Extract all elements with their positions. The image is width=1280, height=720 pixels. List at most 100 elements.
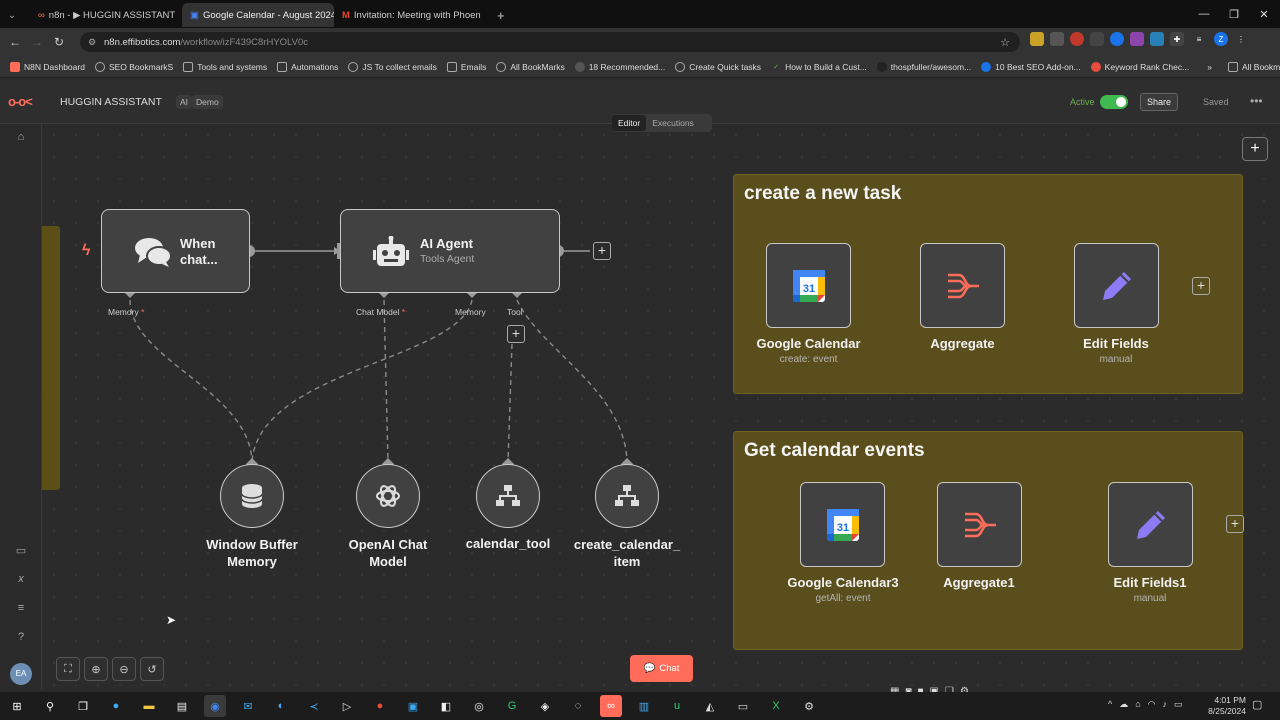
app-icon[interactable]: ▣ [402, 695, 424, 717]
edge-icon[interactable]: ● [105, 695, 127, 717]
vscode-icon[interactable]: ≺ [303, 695, 325, 717]
svg-text:31: 31 [836, 522, 848, 534]
google-calendar-icon: 31 [792, 269, 825, 302]
chat-bubbles-icon [135, 238, 172, 267]
chat-button[interactable]: 💬 Chat [630, 655, 693, 682]
app-icon[interactable]: ◌ [567, 695, 589, 717]
aggregate-icon [964, 512, 996, 537]
node-subtitle: Tools Agent [420, 253, 475, 265]
file-explorer-icon[interactable]: ▬ [138, 695, 160, 717]
node-subtitle: create: event [779, 354, 838, 365]
excel-icon[interactable]: X [765, 695, 787, 717]
app-icon[interactable]: ◐ [270, 695, 292, 717]
openai-icon [376, 485, 400, 507]
google-calendar3-node[interactable]: 31 [800, 482, 885, 567]
node-title: AI Agent [420, 236, 473, 251]
app-icon[interactable]: ◈ [534, 695, 556, 717]
edit-fields1-node[interactable] [1108, 482, 1193, 567]
node-subtitle: getAll: event [815, 593, 871, 604]
node-title: calendar_tool [465, 536, 551, 551]
record-icon[interactable]: ● [369, 695, 391, 717]
node-title: Google Calendar [756, 336, 861, 351]
node-title: Aggregate1 [943, 575, 1015, 590]
node-subtitle: manual [1099, 354, 1133, 365]
sticky-title: Get calendar events [744, 440, 925, 461]
window-buffer-memory-node[interactable] [220, 464, 284, 528]
workflow-tree-icon [496, 485, 520, 506]
aggregate-node[interactable] [920, 243, 1005, 328]
store-icon[interactable]: ▤ [171, 695, 193, 717]
settings-icon[interactable]: ⚙ [798, 695, 820, 717]
mouse-cursor-icon: ➤ [166, 613, 177, 627]
powershell-icon[interactable]: ▷ [336, 695, 358, 717]
port-label-chat-model: Chat Model * [356, 307, 406, 317]
n8n-app-icon[interactable]: ∞ [600, 695, 622, 717]
zoom-out-icon[interactable]: ⊖ [112, 657, 136, 681]
port-label-memory: Memory [455, 307, 486, 317]
system-clock[interactable]: 4:01 PM 8/25/2024 [1208, 695, 1246, 717]
add-tool-button[interactable]: + [507, 325, 525, 343]
node-title: OpenAI Chat Model [348, 537, 428, 569]
svg-text:31: 31 [802, 283, 814, 295]
terminal-icon[interactable]: ▭ [732, 695, 754, 717]
task-view-icon[interactable]: ❐ [72, 695, 94, 717]
node-title: Edit Fields [1083, 336, 1149, 351]
edit-fields-node[interactable] [1074, 243, 1159, 328]
model-connection [383, 299, 389, 463]
google-calendar-icon: 31 [826, 508, 859, 541]
database-icon [241, 484, 263, 508]
chat-trigger-node[interactable]: When chat... [101, 209, 250, 293]
onedrive-icon[interactable]: ☁ [1119, 699, 1128, 710]
app-icon[interactable]: ◎ [468, 695, 490, 717]
create-calendar-item-node[interactable] [595, 464, 659, 528]
search-icon[interactable]: ⚲ [39, 695, 61, 717]
chat-icon: 💬 [643, 663, 656, 674]
ai-agent-node[interactable]: AI Agent Tools Agent [340, 209, 560, 293]
node-title: Aggregate [930, 336, 995, 351]
port-label-memory: Memory * [108, 307, 145, 317]
windows-taskbar: ⊞ ⚲ ❐ ● ▬ ▤ ◉ ✉ ◐ ≺ ▷ ● ▣ ◧ ◎ G ◈ ◌ ∞ ▥ … [0, 692, 1280, 720]
add-node-button[interactable]: + [1226, 515, 1244, 533]
sticky-title: create a new task [744, 183, 902, 204]
port-label-tool: Tool [507, 307, 523, 317]
volume-icon[interactable]: ♪ [1163, 699, 1168, 710]
aggregate-icon [947, 273, 979, 298]
zoom-in-icon[interactable]: ⊕ [84, 657, 108, 681]
fit-view-icon[interactable]: ⛶ [56, 657, 80, 681]
reset-zoom-icon[interactable]: ↺ [140, 657, 164, 681]
openai-chat-model-node[interactable] [356, 464, 420, 528]
upwork-icon[interactable]: u [666, 695, 688, 717]
add-node-panel-button[interactable]: + [1242, 137, 1268, 161]
mail-icon[interactable]: ✉ [237, 695, 259, 717]
trello-icon[interactable]: ▥ [633, 695, 655, 717]
windows-start-icon[interactable]: ⊞ [6, 695, 28, 717]
zoom-controls: ⛶ ⊕ ⊖ ↺ [56, 657, 164, 681]
node-title: create_calendar_ item [573, 537, 681, 569]
node-title: chat... [180, 252, 218, 267]
app-icon[interactable]: ◧ [435, 695, 457, 717]
add-node-button[interactable]: + [593, 242, 611, 260]
wifi-icon[interactable]: ◠ [1148, 699, 1156, 710]
workflow-tree-icon [615, 485, 639, 506]
node-subtitle: manual [1133, 593, 1167, 604]
node-title: When [180, 236, 216, 251]
aggregate1-node[interactable] [937, 482, 1022, 567]
grammarly-icon[interactable]: G [501, 695, 523, 717]
node-title: Window Buffer Memory [206, 537, 298, 569]
node-title: Google Calendar3 [787, 575, 899, 590]
notification-icon[interactable]: ▢ [1252, 698, 1262, 711]
chrome-icon[interactable]: ◉ [204, 695, 226, 717]
battery-icon[interactable]: ▭ [1174, 699, 1183, 710]
pencil-icon [1136, 510, 1165, 539]
tool-connection [507, 343, 513, 463]
app-icon[interactable]: ◭ [699, 695, 721, 717]
google-calendar-node[interactable]: 31 [766, 243, 851, 328]
tool-connection [516, 299, 628, 463]
calendar-tool-node[interactable] [476, 464, 540, 528]
memory-connection [251, 299, 473, 463]
node-title: Edit Fields1 [1113, 575, 1187, 590]
add-node-button[interactable]: + [1192, 277, 1210, 295]
memory-connection [129, 299, 253, 463]
tray-chevron-icon[interactable]: ^ [1108, 699, 1112, 710]
network-icon[interactable]: ⌂ [1135, 699, 1140, 710]
